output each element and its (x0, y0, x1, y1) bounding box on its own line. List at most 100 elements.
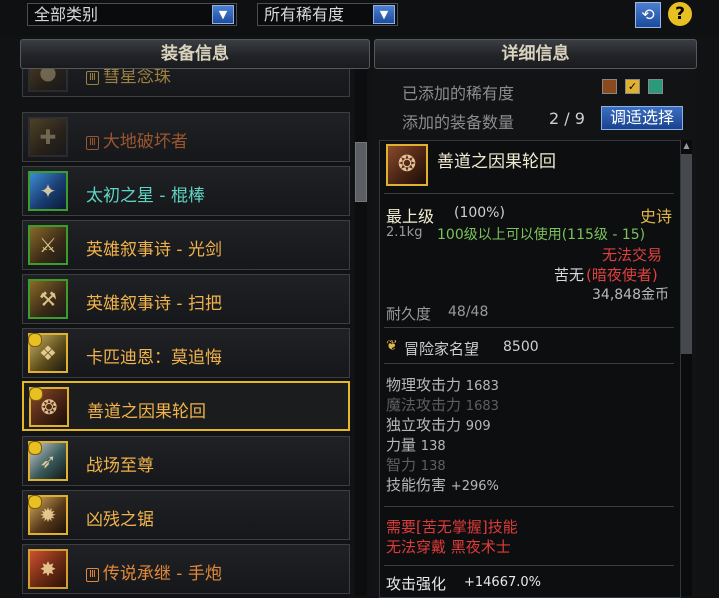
stat-value: 909 (465, 419, 491, 434)
stat-value: 1683 (465, 379, 499, 394)
help-icon[interactable]: ? (668, 2, 692, 26)
item-label: 善道之因果轮回 (87, 402, 206, 422)
durability-value: 48/48 (448, 304, 489, 320)
rarity-select-value: 所有稀有度 (264, 5, 345, 24)
stat-label: 智力 (386, 456, 417, 474)
item-thumbnail: ✦ (28, 171, 68, 211)
saw-icon: ✹ (39, 503, 57, 527)
list-item[interactable]: ❖ 卡匹迪恩：莫追悔 (22, 328, 350, 378)
item-label: 传说承继 - 手炮 (102, 564, 222, 584)
stat-row: 独立攻击力 909 (386, 414, 499, 434)
item-thumbnail: ● (28, 69, 68, 92)
broom-icon: ⚒ (39, 287, 57, 311)
added-count: 2 / 9 (549, 109, 585, 128)
fame-icon: ❦ (386, 338, 398, 354)
scroll-up-icon[interactable]: ▲ (681, 140, 692, 152)
equipment-info-header: 装备信息 (20, 39, 370, 69)
item-label: 太初之星 - 棍棒 (86, 186, 205, 206)
chevron-down-icon[interactable]: ▼ (373, 5, 395, 24)
rarity-checkbox[interactable] (648, 79, 663, 94)
stat-value: +296% (450, 479, 499, 494)
stat-label: 技能伤害 (386, 476, 447, 494)
item-thumbnail: ✚ (28, 117, 68, 157)
item-title: 善道之因果轮回 (437, 152, 556, 172)
class-restriction: 无法穿戴 黑夜术士 (386, 538, 511, 556)
item-tooltip-card: ❂ 善道之因果轮回 最上级 (100%) 史诗 2.1kg 100级以上可以使用… (379, 140, 681, 598)
sword-icon: ⚔ (39, 233, 57, 257)
wheel-icon: ❂ (397, 152, 417, 177)
stat-value: 138 (420, 439, 446, 454)
category-select-value: 全部类别 (34, 5, 99, 24)
enhance-label: 攻击强化 (386, 575, 447, 593)
chevron-down-icon[interactable]: ▼ (212, 5, 234, 24)
stat-label: 魔法攻击力 (386, 396, 462, 414)
added-count-label: 添加的装备数量 (402, 113, 515, 132)
divider (384, 327, 674, 328)
item-thumbnail: ⚒ (28, 279, 68, 319)
item-label: 大地破坏者 (102, 132, 188, 152)
grade-tag: Ⅲ (86, 71, 99, 85)
equipment-list: ● Ⅲ 彗星念珠 ✚ Ⅲ 大地破坏者 ✦ 太初之星 - 棍棒 ⚔ 英雄叙事诗 - 光… (22, 69, 354, 596)
item-label: 英雄叙事诗 - 光剑 (86, 240, 222, 260)
stat-label: 物理攻击力 (386, 376, 462, 394)
stat-label: 独立攻击力 (386, 416, 462, 434)
category-select[interactable]: 全部类别 ▼ (27, 3, 237, 26)
item-label: 凶残之锯 (86, 510, 154, 530)
axe-icon: ✚ (39, 125, 57, 149)
stat-value: 1683 (465, 399, 499, 414)
fame-label: 冒险家名望 (404, 340, 480, 358)
item-name: Ⅲ 彗星念珠 (86, 69, 171, 87)
stat-label: 力量 (386, 436, 417, 454)
item-thumbnail: ⚔ (28, 225, 68, 265)
list-item[interactable]: ● Ⅲ 彗星念珠 (22, 69, 350, 97)
item-price: 34,848金币 (592, 287, 669, 303)
item-name: Ⅲ 大地破坏者 (86, 127, 188, 152)
divider (384, 193, 674, 194)
item-label: 彗星念珠 (102, 69, 171, 87)
item-label: 英雄叙事诗 - 扫把 (86, 294, 222, 314)
durability-label: 耐久度 (386, 305, 432, 323)
list-item[interactable]: ✚ Ⅲ 大地破坏者 (22, 112, 350, 162)
item-weight: 2.1kg (386, 225, 423, 240)
list-item[interactable]: ⚔ 英雄叙事诗 - 光剑 (22, 220, 350, 270)
list-item[interactable]: ⚒ 英雄叙事诗 - 扫把 (22, 274, 350, 324)
adjust-select-button[interactable]: 调适选择 (601, 106, 683, 130)
item-grade-pct: (100%) (454, 205, 505, 221)
rarity-checkbox[interactable]: ✓ (625, 79, 640, 94)
item-thumbnail: ❖ (28, 333, 68, 373)
item-label: 战场至尊 (86, 456, 154, 476)
item-thumbnail: ❂ (386, 144, 428, 186)
stat-row: 智力 138 (386, 454, 499, 474)
list-item[interactable]: ➶ 战场至尊 (22, 436, 350, 486)
item-owner-class: (暗夜使者) (586, 266, 658, 284)
grade-tag: Ⅲ (86, 136, 99, 150)
item-trade-status: 无法交易 (602, 246, 663, 264)
book-icon: ❖ (39, 341, 57, 365)
item-thumbnail: ➶ (28, 441, 68, 481)
item-name: Ⅲ 传说承继 - 手炮 (86, 559, 222, 584)
list-item[interactable]: ✸ Ⅲ 传说承继 - 手炮 (22, 544, 350, 594)
list-item[interactable]: ✦ 太初之星 - 棍棒 (22, 166, 350, 216)
list-item[interactable]: ✹ 凶残之锯 (22, 490, 350, 540)
cannon-icon: ✸ (39, 557, 57, 581)
enhance-value: +14667.0% (464, 575, 542, 590)
item-owner: 苦无 (554, 266, 585, 284)
refresh-icon[interactable]: ⟲ (635, 2, 661, 28)
item-label: 卡匹迪恩：莫追悔 (86, 348, 222, 368)
orb-icon: ● (39, 69, 57, 84)
item-level-req: 100级以上可以使用(115级 - 15) (437, 227, 646, 243)
item-thumbnail: ❂ (29, 387, 69, 427)
grade-tag: Ⅲ (86, 568, 99, 582)
stats-list: 物理攻击力 1683 魔法攻击力 1683 独立攻击力 909 力量 138 智… (386, 374, 499, 494)
detail-scrollbar-thumb[interactable] (681, 154, 692, 354)
detail-scrollbar[interactable]: ▲ (681, 140, 692, 596)
list-scrollbar-thumb[interactable] (355, 142, 367, 202)
detail-info-header: 详细信息 (374, 39, 697, 69)
stat-row: 物理攻击力 1683 (386, 374, 499, 394)
divider (384, 363, 674, 364)
stat-row: 魔法攻击力 1683 (386, 394, 499, 414)
skill-requirement: 需要[苦无掌握]技能 (386, 518, 518, 536)
rarity-checkbox[interactable] (602, 79, 617, 94)
rarity-select[interactable]: 所有稀有度 ▼ (257, 3, 398, 26)
list-item-selected[interactable]: ❂ 善道之因果轮回 (22, 381, 350, 431)
